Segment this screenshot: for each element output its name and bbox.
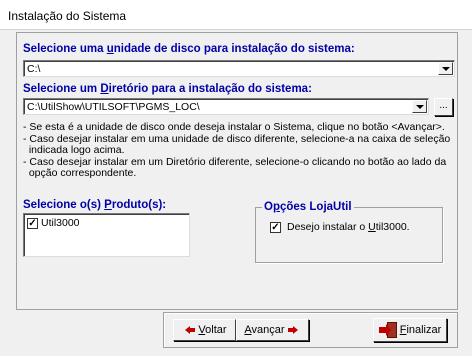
next-button[interactable]: Avançar bbox=[236, 319, 309, 341]
install-util-checkbox[interactable]: ✓ bbox=[270, 222, 281, 233]
finish-button[interactable]: Finalizar bbox=[373, 318, 447, 342]
instruction-line: - Se esta é a unidade de disco onde dese… bbox=[23, 121, 445, 133]
products-list[interactable]: ✓ Util3000 bbox=[23, 213, 190, 257]
loja-options-title: Opções LojaUtil bbox=[262, 201, 354, 213]
button-bar: Voltar Avançar Finalizar bbox=[163, 312, 458, 348]
products-label: Selecione o(s) Produto(s): bbox=[23, 199, 167, 211]
arrow-left-icon bbox=[185, 326, 196, 334]
loja-options-group: Opções LojaUtil ✓ Desejo instalar o Util… bbox=[255, 201, 443, 263]
chevron-down-icon[interactable] bbox=[412, 100, 427, 113]
window-title: Instalação do Sistema bbox=[8, 9, 127, 23]
back-button[interactable]: Voltar bbox=[173, 319, 236, 341]
arrow-right-icon bbox=[287, 326, 298, 334]
instructions: - Se esta é a unidade de disco onde dese… bbox=[23, 121, 459, 180]
disk-select[interactable]: C:\ bbox=[23, 60, 455, 77]
disk-select-value: C:\ bbox=[27, 63, 41, 75]
exit-door-icon bbox=[378, 322, 397, 338]
main-panel: Selecione uma unidade de disco para inst… bbox=[16, 32, 458, 310]
directory-select[interactable]: C:\UtilShow\UTILSOFT\PGMS_LOC\ bbox=[23, 98, 429, 115]
title-bar: Instalação do Sistema bbox=[0, 0, 472, 30]
directory-select-value: C:\UtilShow\UTILSOFT\PGMS_LOC\ bbox=[27, 101, 200, 113]
instruction-line: indicada logo acima. bbox=[23, 144, 125, 156]
disk-label: Selecione uma unidade de disco para inst… bbox=[23, 43, 355, 55]
browse-directory-button[interactable]: ... bbox=[434, 98, 453, 116]
product-label: Util3000 bbox=[41, 217, 80, 229]
chevron-down-icon[interactable] bbox=[438, 62, 453, 75]
product-checkbox[interactable]: ✓ bbox=[27, 218, 38, 229]
directory-label: Selecione um Diretório para a instalação… bbox=[23, 83, 312, 95]
install-util-label[interactable]: Desejo instalar o Util3000. bbox=[287, 221, 410, 233]
instruction-line: opção correspondente. bbox=[23, 167, 137, 179]
